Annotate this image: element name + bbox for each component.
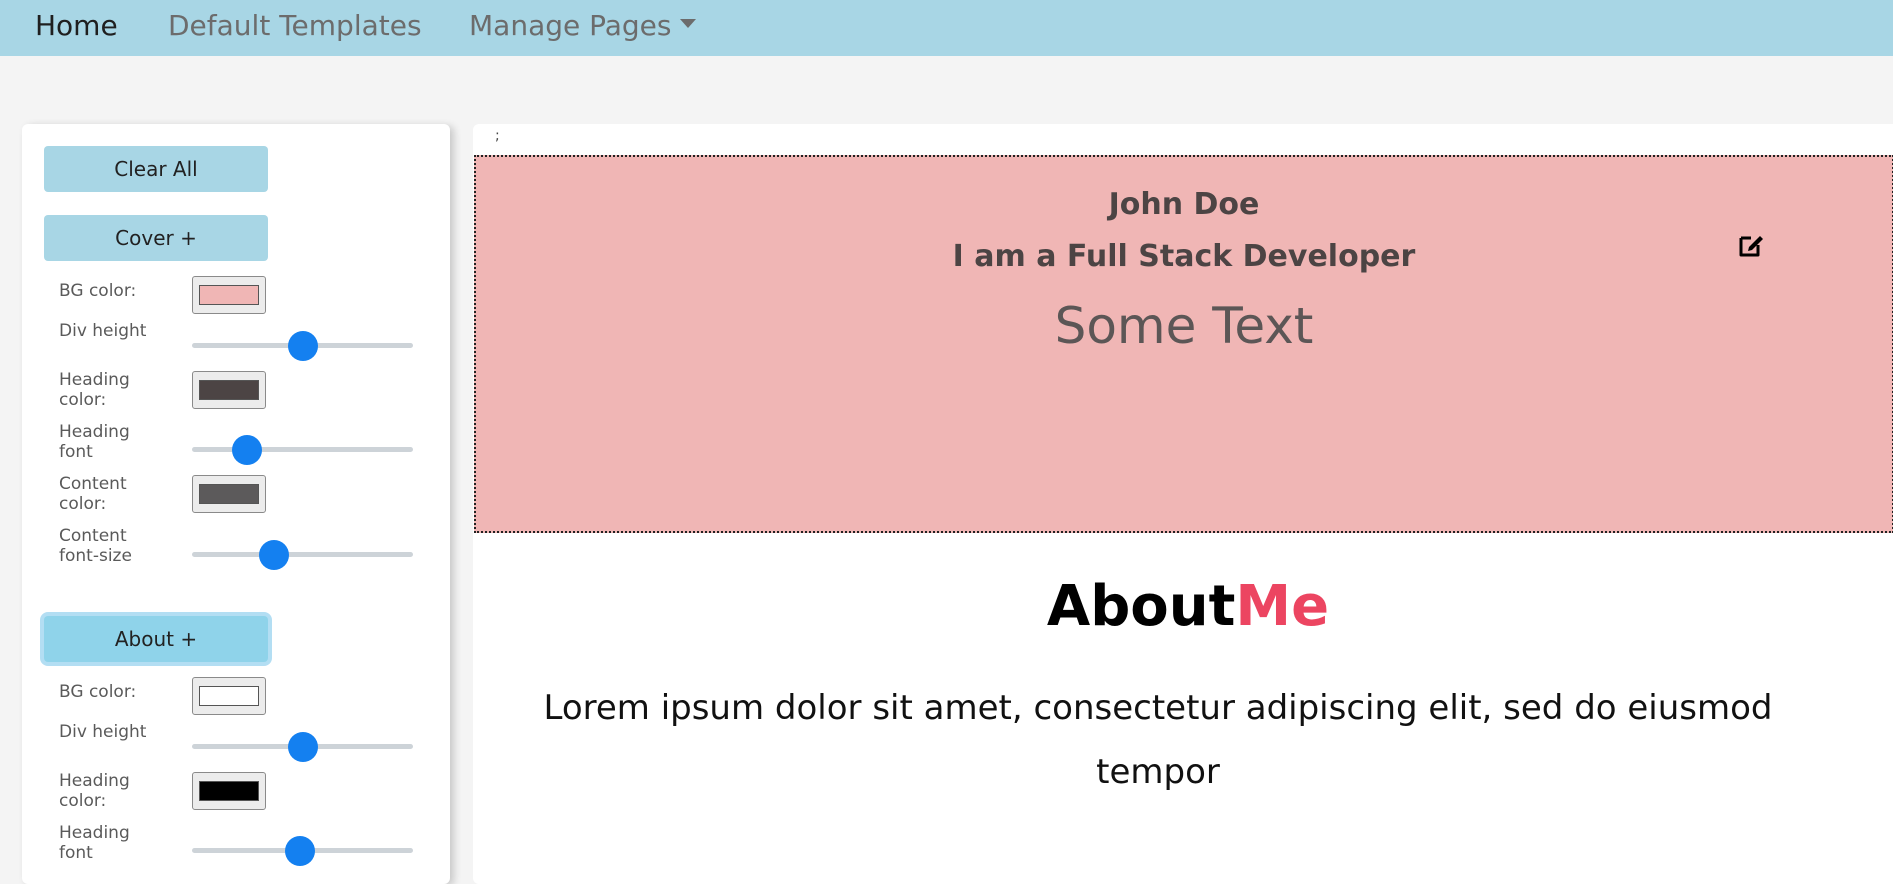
about-heading-main: About <box>1046 574 1236 639</box>
slider-track <box>192 447 413 452</box>
color-swatch-fill <box>199 285 259 305</box>
cover-content-text: Some Text <box>1054 297 1314 355</box>
top-navbar: Home Default Templates Manage Pages <box>0 0 1893 56</box>
color-swatch-fill <box>199 380 259 400</box>
clear-all-button[interactable]: Clear All <box>44 146 268 192</box>
nav-manage-pages-dropdown[interactable]: Manage Pages <box>469 0 696 52</box>
about-heading-color-label: Heading color: <box>59 771 130 811</box>
nav-manage-pages-label: Manage Pages <box>469 9 672 42</box>
caret-down-icon <box>679 18 696 28</box>
cover-bg-color-label: BG color: <box>59 281 137 301</box>
color-swatch-fill <box>199 686 259 706</box>
slider-thumb[interactable] <box>285 836 316 866</box>
style-sidebar: Clear All Cover + BG color: Div height H… <box>22 124 450 884</box>
slider-thumb[interactable] <box>258 540 289 570</box>
about-heading: AboutMe <box>473 574 1893 639</box>
about-section-button[interactable]: About + <box>44 616 268 662</box>
about-heading-font-label: Heading font <box>59 823 130 863</box>
cover-content-font-size-slider[interactable] <box>192 539 413 570</box>
cover-div-height-label: Div height <box>59 321 147 341</box>
cover-heading-font-slider[interactable] <box>192 434 413 465</box>
cover-content-color-label: Content color: <box>59 474 127 514</box>
cover-content-font-size-label: Content font-size <box>59 526 132 566</box>
about-heading-font-slider[interactable] <box>192 835 413 866</box>
about-body-text: Lorem ipsum dolor sit amet, consectetur … <box>543 688 1773 792</box>
nav-default-templates-link[interactable]: Default Templates <box>168 0 422 52</box>
about-div-height-slider[interactable] <box>192 731 413 762</box>
stray-text: ; <box>495 128 500 144</box>
about-bg-color-label: BG color: <box>59 682 137 702</box>
cover-section-button[interactable]: Cover + <box>44 215 268 261</box>
cover-section[interactable]: John Doe I am a Full Stack Developer Som… <box>474 155 1893 533</box>
about-div-height-label: Div height <box>59 722 147 742</box>
page-preview: ; John Doe I am a Full Stack Developer S… <box>473 124 1893 884</box>
about-bg-color-picker[interactable] <box>192 677 266 715</box>
about-heading-color-picker[interactable] <box>192 772 266 810</box>
slider-thumb[interactable] <box>287 331 318 361</box>
cover-bg-color-picker[interactable] <box>192 276 266 314</box>
slider-thumb[interactable] <box>287 732 318 762</box>
edit-icon[interactable] <box>1736 230 1766 260</box>
nav-home-link[interactable]: Home <box>35 0 118 52</box>
cover-heading-font-label: Heading font <box>59 422 130 462</box>
cover-div-height-slider[interactable] <box>192 330 413 361</box>
slider-thumb[interactable] <box>232 435 263 465</box>
cover-heading-color-picker[interactable] <box>192 371 266 409</box>
cover-name-heading: John Doe <box>1108 187 1260 222</box>
color-swatch-fill <box>199 484 259 504</box>
cover-heading-color-label: Heading color: <box>59 370 130 410</box>
slider-track <box>192 552 413 557</box>
color-swatch-fill <box>199 781 259 801</box>
cover-role-heading: I am a Full Stack Developer <box>952 239 1416 274</box>
cover-content-color-picker[interactable] <box>192 475 266 513</box>
about-heading-accent: Me <box>1235 574 1330 639</box>
